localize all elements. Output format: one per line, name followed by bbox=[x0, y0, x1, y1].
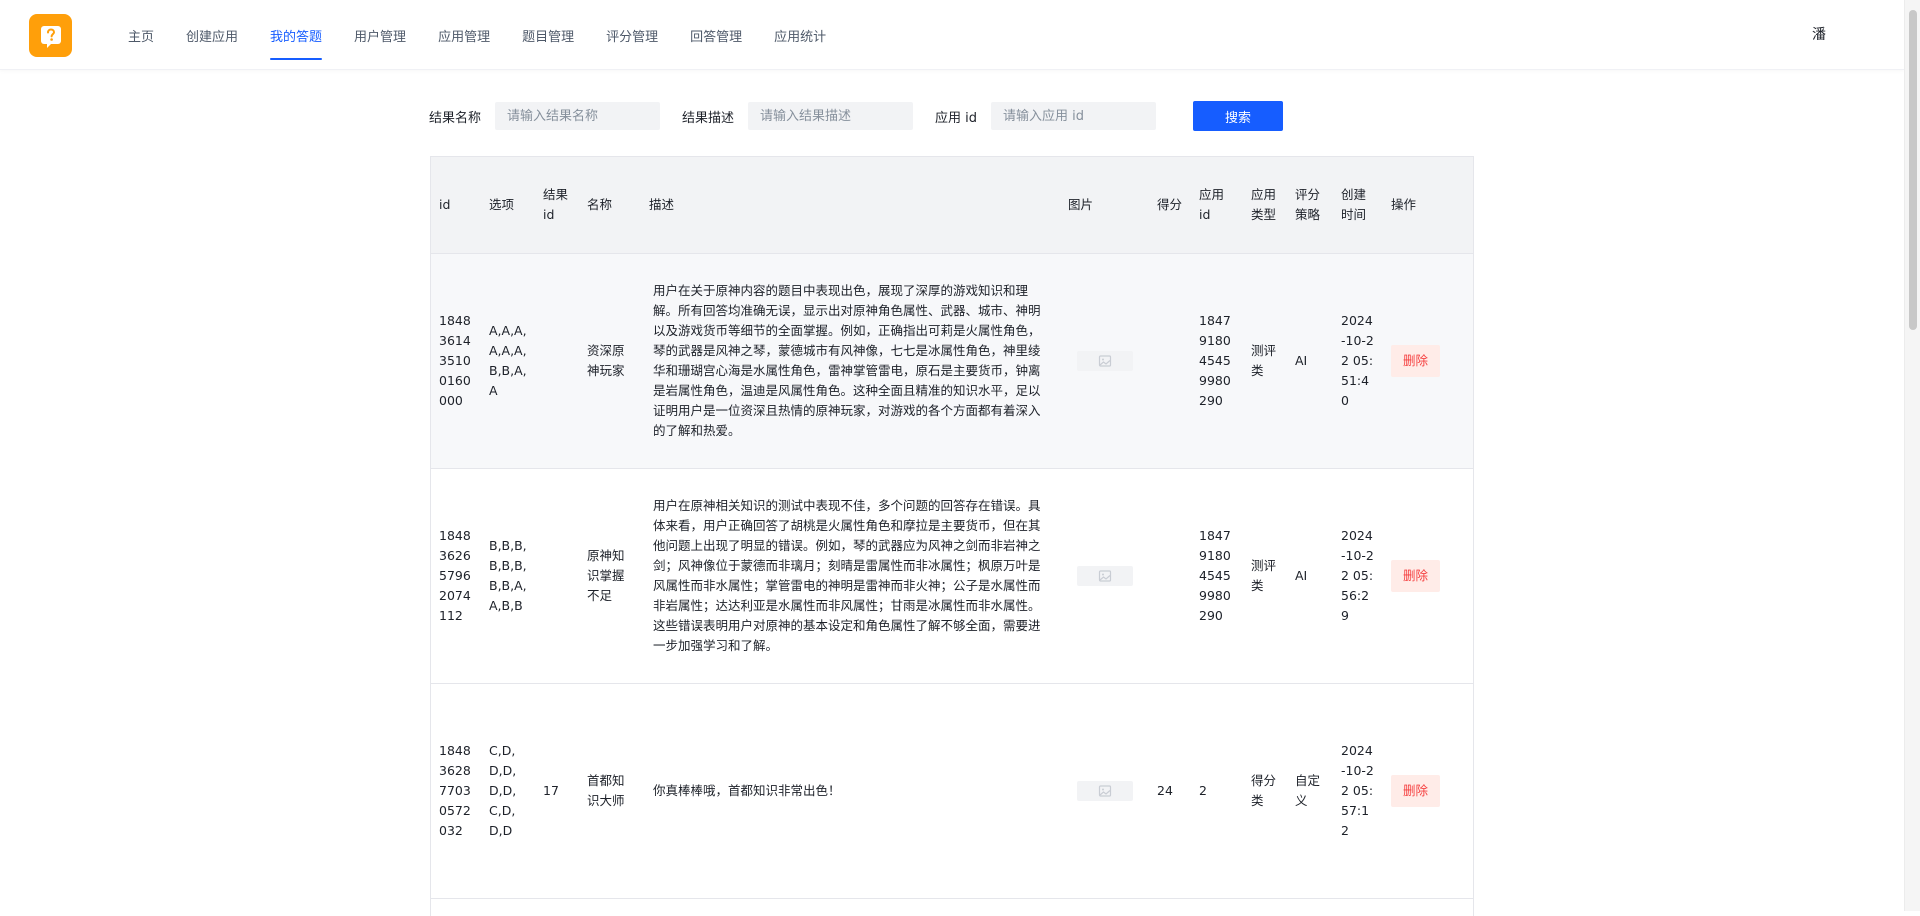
delete-button[interactable]: 删除 bbox=[1391, 774, 1441, 807]
app-id-label: 应用 id bbox=[935, 110, 978, 126]
question-bubble-icon bbox=[40, 25, 61, 48]
column-header: 得分 bbox=[1149, 157, 1191, 254]
column-header: 描述 bbox=[641, 157, 1060, 254]
cell-name: 原神知识掌握不足 bbox=[579, 468, 641, 684]
column-header: id bbox=[431, 157, 481, 254]
result-name-label: 结果名称 bbox=[429, 110, 482, 126]
cell-choices: C,D,D,D,D,D,C,D,D,D bbox=[481, 683, 535, 899]
column-header: 创建时间 bbox=[1333, 157, 1383, 254]
nav-item[interactable]: 应用统计 bbox=[758, 0, 842, 70]
image-placeholder bbox=[1076, 565, 1133, 586]
column-header: 应用类型 bbox=[1243, 157, 1287, 254]
action-cell: 删除 bbox=[1383, 683, 1473, 899]
column-header: 选项 bbox=[481, 157, 535, 254]
cell-id: 1848361435100160000 bbox=[431, 253, 481, 469]
cell-desc: 你真棒棒哦，首都知识非常出色！ bbox=[641, 683, 1060, 899]
cell-result-id bbox=[535, 468, 579, 684]
cell-choices: B,B,B,B,B,B,B,B,A,A,B,B bbox=[481, 468, 535, 684]
image-cell bbox=[1060, 683, 1149, 899]
nav-item[interactable]: 应用管理 bbox=[422, 0, 506, 70]
cell-score bbox=[1149, 253, 1191, 469]
top-navigation-bar: 主页 创建应用 我的答题 用户管理 应用管理 题目管理 评分管理 回答管理 应用统计 潘 bbox=[0, 0, 1904, 70]
nav-item[interactable]: 主页 bbox=[112, 0, 170, 70]
action-cell: 删除 bbox=[1383, 468, 1473, 684]
result-desc-label: 结果描述 bbox=[682, 110, 735, 126]
cell-name: 首都知识大师 bbox=[579, 683, 641, 899]
delete-button[interactable]: 删除 bbox=[1391, 559, 1441, 592]
nav-item[interactable]: 评分管理 bbox=[590, 0, 674, 70]
cell-app-type: 测评类 bbox=[1243, 468, 1287, 684]
cell-strategy: AI bbox=[1287, 253, 1333, 469]
nav-item[interactable]: 用户管理 bbox=[338, 0, 422, 70]
cell-score: 24 bbox=[1149, 683, 1191, 899]
column-header: 操作 bbox=[1383, 157, 1473, 254]
column-header: 图片 bbox=[1060, 157, 1149, 254]
table-header-row: id 选项 结果id 名称 描述 图片 得分 应用id 应用类型 评分策略 创建时间 操作 bbox=[431, 157, 1473, 254]
search-form: 结果名称 结果描述 应用 id 搜索 bbox=[429, 101, 1284, 131]
image-broken-icon bbox=[1098, 784, 1111, 797]
cell-desc: 用户在原神相关知识的测试中表现不佳，多个问题的回答存在错误。具体来看，用户正确回… bbox=[641, 468, 1060, 684]
column-header: 应用id bbox=[1191, 157, 1243, 254]
main-nav: 主页 创建应用 我的答题 用户管理 应用管理 题目管理 评分管理 回答管理 应用统计 bbox=[112, 0, 842, 70]
result-desc-input[interactable] bbox=[748, 102, 914, 130]
app-id-input[interactable] bbox=[991, 102, 1157, 130]
cell-app-id: 1847918045459980290 bbox=[1191, 253, 1243, 469]
nav-item[interactable]: 题目管理 bbox=[506, 0, 590, 70]
column-header: 名称 bbox=[579, 157, 641, 254]
result-name-input[interactable] bbox=[495, 102, 661, 130]
user-name[interactable]: 潘 bbox=[1812, 24, 1826, 44]
cell-result-id bbox=[535, 253, 579, 469]
cell-strategy: 自定义 bbox=[1287, 683, 1333, 899]
app-logo[interactable] bbox=[29, 14, 72, 57]
cell-desc: 用户在关于原神内容的题目中表现出色，展现了深厚的游戏知识和理解。所有回答均准确无… bbox=[641, 253, 1060, 469]
cell-choices: A,A,A,A,A,A,B,B,A,A bbox=[481, 253, 535, 469]
cell-created: 2024-10-22 05:56:29 bbox=[1333, 468, 1383, 684]
image-cell bbox=[1060, 253, 1149, 469]
cell-strategy: AI bbox=[1287, 468, 1333, 684]
image-broken-icon bbox=[1098, 569, 1111, 582]
column-header: 评分策略 bbox=[1287, 157, 1333, 254]
image-broken-icon bbox=[1098, 354, 1111, 367]
cell-created: 2024-10-22 05:57:12 bbox=[1333, 683, 1383, 899]
nav-item[interactable]: 回答管理 bbox=[674, 0, 758, 70]
nav-item[interactable]: 创建应用 bbox=[170, 0, 254, 70]
action-cell: 删除 bbox=[1383, 253, 1473, 469]
results-table: id 选项 结果id 名称 描述 图片 得分 应用id 应用类型 评分策略 创建时间 操作 18483… bbox=[430, 156, 1474, 916]
cell-id: 1848362877030572032 bbox=[431, 683, 481, 899]
search-button[interactable]: 搜索 bbox=[1193, 101, 1284, 131]
cell-result-id: 17 bbox=[535, 683, 579, 899]
image-placeholder bbox=[1076, 350, 1133, 371]
table-row: 1848362877030572032 C,D,D,D,D,D,C,D,D,D 17… bbox=[431, 683, 1473, 899]
table-row: 1848362657962074112 B,B,B,B,B,B,B,B,A,A,B… bbox=[431, 468, 1473, 684]
cell-id: 1848362657962074112 bbox=[431, 468, 481, 684]
image-placeholder bbox=[1076, 780, 1133, 801]
delete-button[interactable]: 删除 bbox=[1391, 344, 1441, 377]
image-cell bbox=[1060, 468, 1149, 684]
nav-item[interactable]: 我的答题 bbox=[254, 0, 338, 70]
page-scrollbar[interactable] bbox=[1904, 0, 1920, 911]
cell-app-id: 1847918045459980290 bbox=[1191, 468, 1243, 684]
cell-name: 资深原神玩家 bbox=[579, 253, 641, 469]
scrollbar-thumb[interactable] bbox=[1909, 10, 1917, 330]
cell-app-type: 得分类 bbox=[1243, 683, 1287, 899]
cell-app-type: 测评类 bbox=[1243, 253, 1287, 469]
cell-created: 2024-10-22 05:51:40 bbox=[1333, 253, 1383, 469]
cell-app-id: 2 bbox=[1191, 683, 1243, 899]
column-header: 结果id bbox=[535, 157, 579, 254]
cell-score bbox=[1149, 468, 1191, 684]
table-row: 1848361435100160000 A,A,A,A,A,A,B,B,A,A 资深… bbox=[431, 253, 1473, 469]
